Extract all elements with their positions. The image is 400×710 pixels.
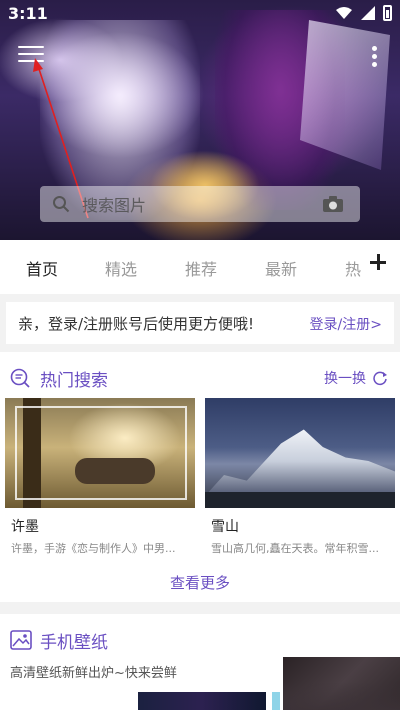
search-input[interactable]: 搜索图片 <box>40 186 360 222</box>
add-tab-icon[interactable] <box>368 252 388 272</box>
category-tabs: 首页 精选 推荐 最新 热 <box>0 240 400 294</box>
see-more-link[interactable]: 查看更多 <box>0 572 400 593</box>
wifi-icon <box>336 7 352 19</box>
hot-search-card[interactable]: 雪山 雪山高几何,矗在天表。常年积雪... <box>205 398 395 560</box>
wallpaper-thumbnail[interactable] <box>138 692 266 710</box>
battery-icon <box>383 5 392 21</box>
search-list-icon <box>10 368 30 388</box>
camera-icon[interactable] <box>322 195 344 213</box>
wallpaper-subtitle: 高清壁纸新鲜出炉~快来尝鲜 <box>10 666 177 681</box>
wallpaper-thumbnail[interactable] <box>272 692 280 710</box>
tab-featured[interactable]: 精选 <box>105 256 137 280</box>
login-banner: 亲，登录/注册账号后使用更方便哦! 登录/注册> <box>6 302 394 344</box>
card-thumbnail <box>5 398 195 508</box>
refresh-label: 换一换 <box>324 371 366 387</box>
status-bar: 3:11 <box>0 0 400 28</box>
menu-icon[interactable] <box>18 46 44 66</box>
refresh-icon <box>373 371 387 386</box>
status-icons <box>335 5 392 21</box>
search-placeholder: 搜索图片 <box>82 196 147 215</box>
floating-overlay-panel <box>283 657 400 710</box>
app-screen: 3:11 搜索图片 首页 精选 推荐 最新 热 亲，登录/注册账号后使用更方便哦… <box>0 0 400 710</box>
signal-icon <box>361 6 375 20</box>
wallpaper-title: 手机壁纸 <box>40 633 108 653</box>
login-prompt: 亲，登录/注册账号后使用更方便哦! <box>18 315 255 333</box>
image-icon <box>10 630 32 650</box>
tab-home[interactable]: 首页 <box>26 256 58 280</box>
hot-search-title: 热门搜索 <box>40 371 108 391</box>
tab-recommended[interactable]: 推荐 <box>185 256 217 280</box>
status-time: 3:11 <box>8 4 48 23</box>
card-thumbnail <box>205 398 395 508</box>
more-icon[interactable] <box>372 46 380 70</box>
tab-hot[interactable]: 热 <box>345 256 361 280</box>
card-description: 许墨，手游《恋与制作人》中男... <box>11 542 176 555</box>
refresh-button[interactable]: 换一换 <box>324 368 388 388</box>
tab-latest[interactable]: 最新 <box>265 256 297 280</box>
hero-banner[interactable]: 3:11 搜索图片 <box>0 0 400 240</box>
card-title: 雪山 <box>211 519 239 535</box>
card-description: 雪山高几何,矗在天表。常年积雪... <box>211 542 379 555</box>
search-icon <box>53 196 70 213</box>
hot-search-section: 热门搜索 换一换 许墨 许墨，手游《恋与制作人》中男... 雪山 雪山高几何,矗… <box>0 352 400 602</box>
card-title: 许墨 <box>11 519 39 535</box>
hot-search-card[interactable]: 许墨 许墨，手游《恋与制作人》中男... <box>5 398 195 560</box>
login-register-link[interactable]: 登录/注册> <box>310 314 382 334</box>
